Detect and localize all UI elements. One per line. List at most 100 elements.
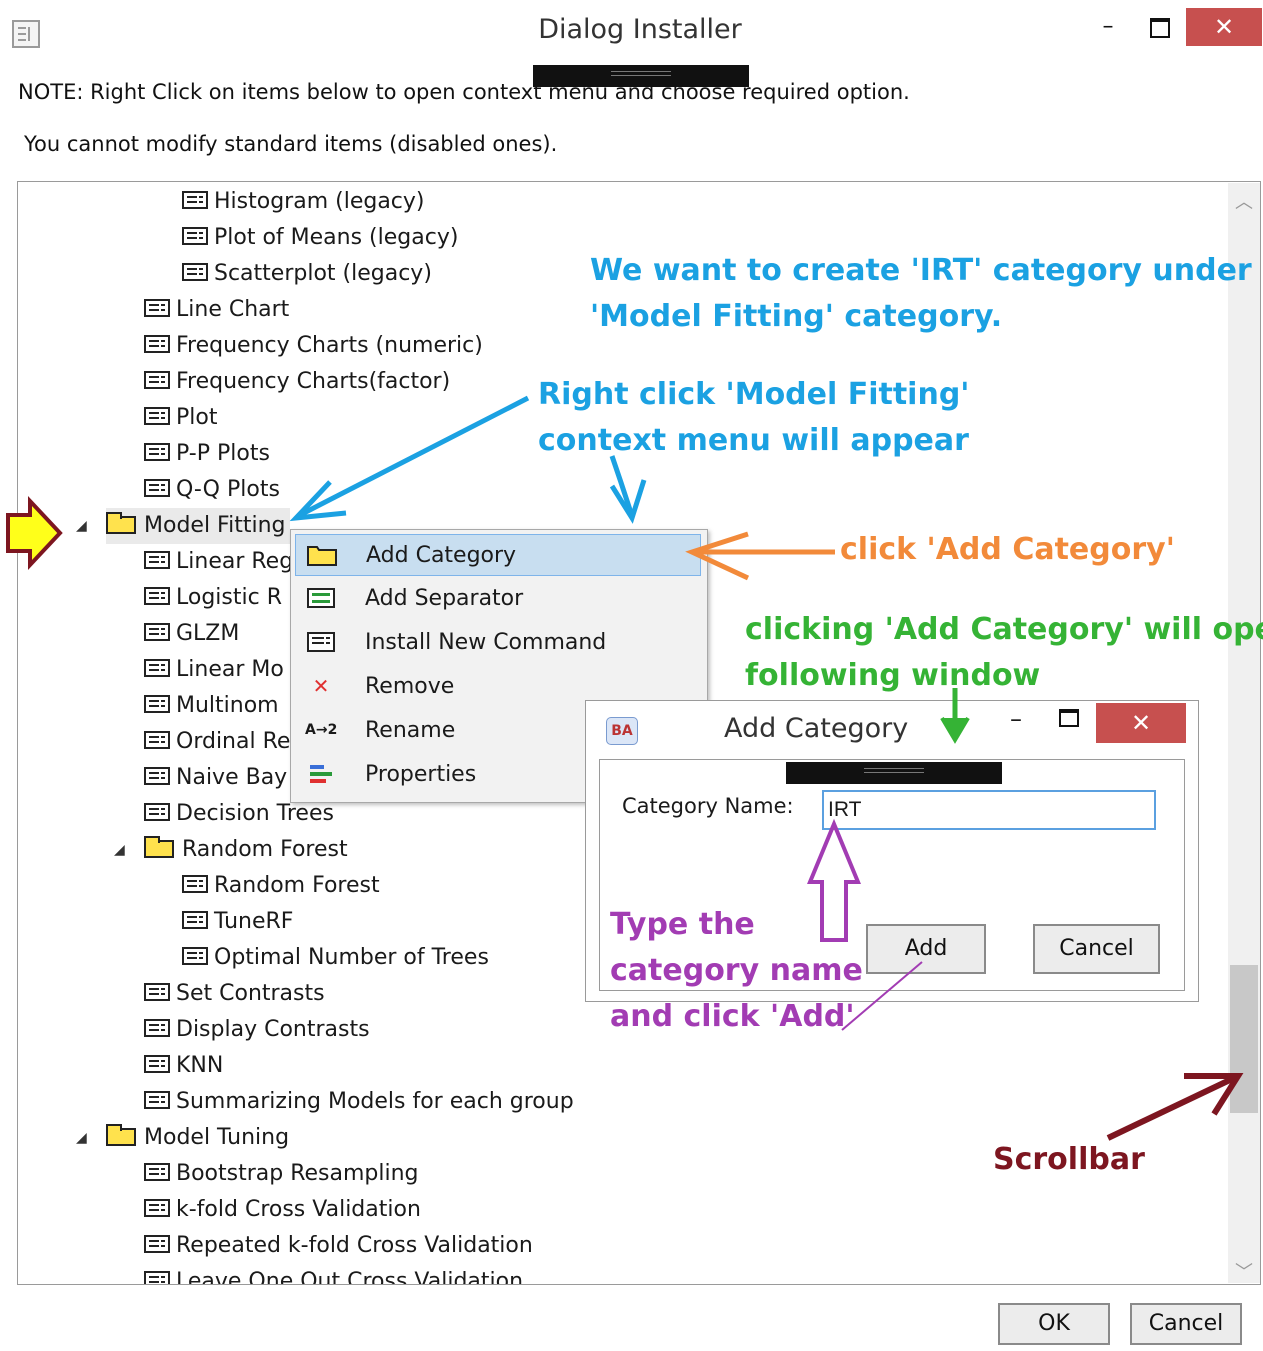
dialog-cancel-button[interactable]: Cancel xyxy=(1033,924,1160,974)
folder-icon xyxy=(144,836,174,858)
tree-item[interactable]: Plot xyxy=(144,400,217,436)
tree-item-label: Decision Trees xyxy=(176,801,334,826)
menu-item-install-new-command[interactable]: Install New Command xyxy=(295,622,701,664)
properties-icon xyxy=(305,762,337,786)
tree-item[interactable]: Random Forest xyxy=(182,868,380,904)
tree-item[interactable]: Frequency Charts(factor) xyxy=(144,364,450,400)
tree-item[interactable]: Optimal Number of Trees xyxy=(182,940,489,976)
tree-item[interactable]: Naive Bay xyxy=(144,760,287,796)
menu-item-label: Remove xyxy=(365,674,455,699)
ok-button[interactable]: OK xyxy=(998,1303,1110,1345)
tree-item[interactable]: Histogram (legacy) xyxy=(182,184,425,220)
tree-item[interactable]: Summarizing Models for each group xyxy=(144,1084,574,1120)
tree-item[interactable]: TuneRF xyxy=(182,904,293,940)
vertical-scrollbar[interactable] xyxy=(1228,183,1260,1283)
dialog-close-button[interactable]: ✕ xyxy=(1096,703,1186,743)
tree-item[interactable]: Plot of Means (legacy) xyxy=(182,220,458,256)
tree-item[interactable]: Line Chart xyxy=(144,292,289,328)
tree-item-label: KNN xyxy=(176,1053,224,1078)
note-context-menu: NOTE: Right Click on items below to open… xyxy=(18,80,910,104)
annotation-click-add: click 'Add Category' xyxy=(840,532,1175,567)
tree-item[interactable]: Leave One Out Cross Validation xyxy=(144,1264,523,1284)
remove-x-icon: ✕ xyxy=(312,674,330,698)
tree-item[interactable]: Scatterplot (legacy) xyxy=(182,256,432,292)
cancel-button[interactable]: Cancel xyxy=(1130,1303,1242,1345)
tree-item-label: Optimal Number of Trees xyxy=(214,945,489,970)
command-icon xyxy=(144,1271,170,1284)
annotation-window-line1: clicking 'Add Category' will open xyxy=(745,612,1263,647)
tree-item-label: Histogram (legacy) xyxy=(214,189,425,214)
command-icon xyxy=(144,371,170,389)
tree-item[interactable]: Bootstrap Resampling xyxy=(144,1156,419,1192)
scroll-up-arrow-icon[interactable]: ︿ xyxy=(1229,188,1259,214)
add-button[interactable]: Add xyxy=(866,924,986,974)
expand-triangle-icon[interactable]: ◢ xyxy=(114,842,125,858)
annotation-opens-window: clicking 'Add Category' will open follow… xyxy=(745,607,1263,699)
maximize-button[interactable] xyxy=(1136,8,1184,46)
menu-item-label: Properties xyxy=(365,762,477,787)
command-icon xyxy=(144,731,170,749)
command-icon xyxy=(182,191,208,209)
command-icon xyxy=(144,479,170,497)
tree-item[interactable]: Repeated k-fold Cross Validation xyxy=(144,1228,533,1264)
tree-item[interactable]: P-P Plots xyxy=(144,436,270,472)
tree-item-label: Plot of Means (legacy) xyxy=(214,225,459,250)
tree-item[interactable]: k-fold Cross Validation xyxy=(144,1192,421,1228)
command-icon xyxy=(144,1199,170,1217)
folder-icon xyxy=(106,512,136,534)
note-standard-items: You cannot modify standard items (disabl… xyxy=(24,132,558,156)
category-name-input[interactable]: IRT xyxy=(822,790,1156,830)
tree-item-label: Q-Q Plots xyxy=(176,477,280,502)
command-icon xyxy=(144,983,170,1001)
scroll-down-arrow-icon[interactable]: ﹀ xyxy=(1229,1258,1259,1284)
command-icon xyxy=(182,263,208,281)
command-icon xyxy=(305,630,337,654)
menu-item-label: Install New Command xyxy=(365,630,607,655)
menu-item-label: Add Category xyxy=(366,543,517,568)
dialog-app-icon: BA xyxy=(606,717,638,745)
tree-item[interactable]: Linear Reg xyxy=(144,544,293,580)
folder-icon xyxy=(106,1124,136,1146)
annotation-goal-line2: 'Model Fitting' category. xyxy=(590,299,1003,334)
dialog-maximize-button[interactable] xyxy=(1054,709,1084,731)
tree-item[interactable]: Linear Mo xyxy=(144,652,284,688)
tree-item[interactable]: Set Contrasts xyxy=(144,976,325,1012)
command-icon xyxy=(144,659,170,677)
expand-triangle-icon[interactable]: ◢ xyxy=(76,518,87,534)
close-button[interactable]: ✕ xyxy=(1186,8,1262,46)
command-icon xyxy=(144,803,170,821)
expand-triangle-icon[interactable]: ◢ xyxy=(76,1130,87,1146)
annotation-right-click: Right click 'Model Fitting' context menu… xyxy=(538,372,969,464)
command-icon xyxy=(144,1235,170,1253)
tree-item[interactable]: Logistic R xyxy=(144,580,282,616)
tree-item-label: Ordinal Re xyxy=(176,729,291,754)
tree-item[interactable]: Multinom xyxy=(144,688,279,724)
command-icon xyxy=(144,1163,170,1181)
tree-item[interactable]: KNN xyxy=(144,1048,223,1084)
tree-item-label: GLZM xyxy=(176,621,240,646)
tree-item[interactable]: Q-Q Plots xyxy=(144,472,280,508)
tree-category[interactable]: Model Fitting xyxy=(106,508,290,544)
command-icon xyxy=(144,767,170,785)
minimize-button[interactable]: – xyxy=(1084,8,1132,46)
tree-item[interactable]: Display Contrasts xyxy=(144,1012,370,1048)
tree-item-label: Plot xyxy=(176,405,218,430)
tree-item[interactable]: GLZM xyxy=(144,616,239,652)
tree-item-label: Model Tuning xyxy=(144,1125,290,1150)
dialog-minimize-button[interactable]: – xyxy=(1001,705,1031,733)
menu-item-add-separator[interactable]: Add Separator xyxy=(295,578,701,620)
scrollbar-thumb[interactable] xyxy=(1230,965,1258,1113)
tree-category[interactable]: Random Forest xyxy=(144,832,348,868)
command-icon xyxy=(144,299,170,317)
tree-item[interactable]: Frequency Charts (numeric) xyxy=(144,328,483,364)
tree-item-label: Repeated k-fold Cross Validation xyxy=(176,1233,533,1258)
menu-item-label: Rename xyxy=(365,718,456,743)
tree-category[interactable]: Model Tuning xyxy=(106,1120,289,1156)
annotation-scrollbar: Scrollbar xyxy=(993,1142,1145,1177)
command-icon xyxy=(144,551,170,569)
command-icon xyxy=(144,1019,170,1037)
tree-item-label: Display Contrasts xyxy=(176,1017,370,1042)
redaction-bar xyxy=(533,65,749,87)
menu-item-add-category[interactable]: Add Category xyxy=(295,534,701,576)
tree-item[interactable]: Ordinal Re xyxy=(144,724,290,760)
